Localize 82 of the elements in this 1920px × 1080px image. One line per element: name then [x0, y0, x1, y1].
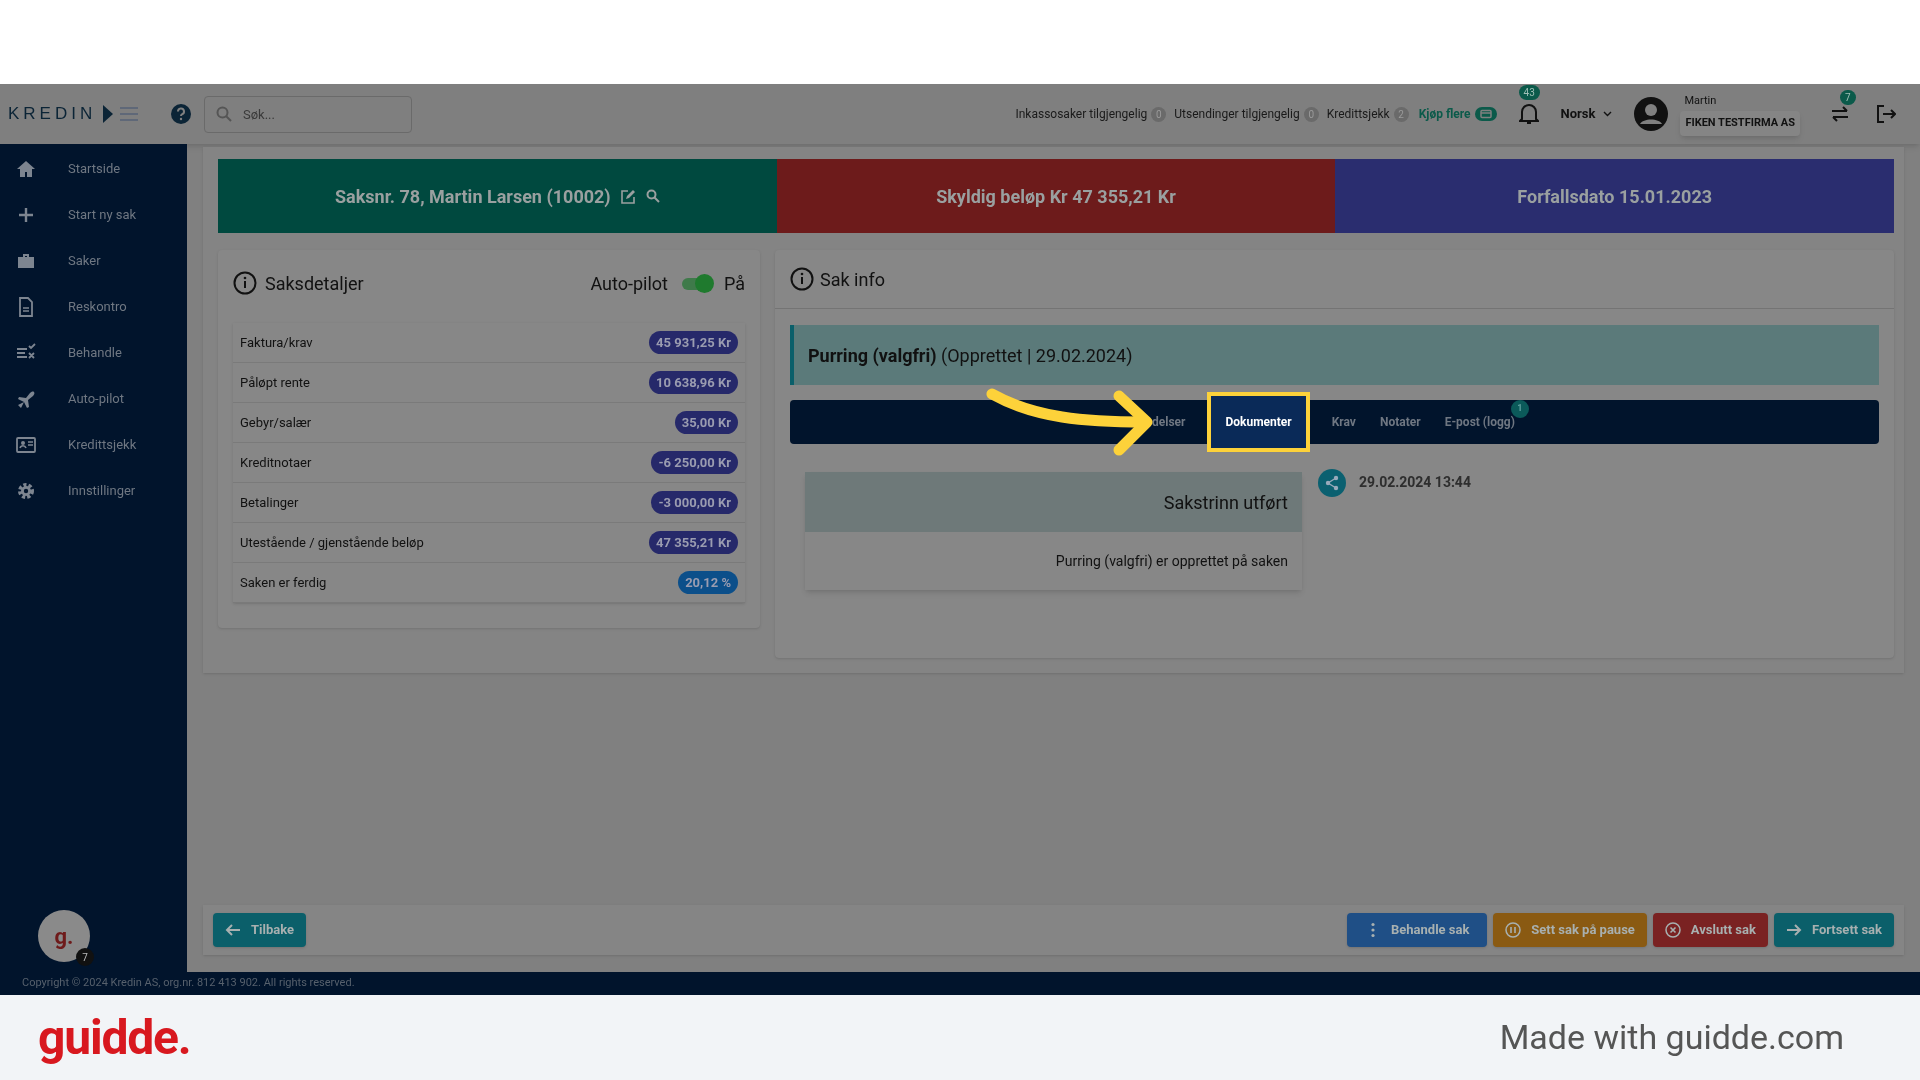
continue-button[interactable]: Fortsett sak	[1773, 913, 1894, 947]
tab[interactable]: delser	[1140, 400, 1198, 444]
row-label: Betalinger	[240, 493, 299, 512]
id-card-icon	[16, 435, 36, 455]
back-button[interactable]: Tilbake	[213, 913, 307, 947]
company-button[interactable]: FIKEN TESTFIRMA AS	[1680, 111, 1800, 136]
user-name: Martin	[1683, 92, 1717, 109]
document-icon	[16, 297, 36, 317]
amount-badge: 47 355,21 Kr	[649, 530, 738, 555]
guidde-caption: Made with guidde.com	[1499, 1016, 1844, 1059]
step-heading: Purring (valgfri) (Opprettet | 29.02.2024)	[808, 343, 1133, 368]
sidebar-item[interactable]: Saker	[0, 238, 187, 284]
amount-badge: -6 250,00 Kr	[651, 450, 738, 475]
sidebar-item[interactable]: Reskontro	[0, 284, 187, 330]
summary-banner: Forfallsdato 15.01.2023	[1335, 159, 1894, 233]
sidebar-item[interactable]: Start ny sak	[0, 192, 187, 238]
card-title: Sak info	[820, 267, 885, 292]
logout-icon[interactable]	[1876, 105, 1896, 123]
sidebar-item[interactable]: Innstillinger	[0, 468, 187, 514]
arrow-left-icon	[225, 922, 241, 938]
language-dropdown[interactable]: Norsk	[1560, 104, 1596, 124]
autopilot-label: Auto-pilot	[590, 271, 668, 296]
tab-badge: 1	[1510, 400, 1529, 418]
row-label: Faktura/krav	[240, 333, 313, 352]
sidebar-item[interactable]: Startside	[0, 146, 187, 192]
share-icon	[1318, 469, 1346, 497]
counter-label: Kredittsjekk	[1326, 106, 1390, 123]
avatar-badge: 7	[76, 948, 94, 966]
briefcase-icon	[16, 251, 36, 271]
row-label: Påløpt rente	[240, 373, 310, 392]
search-icon	[216, 105, 232, 122]
guidde-logo: guidde.	[38, 1007, 191, 1068]
process-button[interactable]: Behandle sak	[1347, 913, 1488, 947]
info-icon	[233, 271, 257, 295]
summary-banner: Saksnr. 78, Martin Larsen (10002)	[218, 159, 777, 233]
timeline-card-text: Purring (valgfri) er opprettet på saken	[1055, 551, 1288, 572]
edit-icon[interactable]	[620, 188, 636, 204]
tab[interactable]: Notater	[1367, 400, 1433, 444]
caret-icon	[1603, 111, 1613, 117]
amount-badge: 10 638,96 Kr	[649, 370, 738, 395]
switch-arrows-icon[interactable]	[1830, 106, 1850, 122]
switch-count: 7	[1840, 90, 1856, 105]
sidebar-item[interactable]: Behandle	[0, 330, 187, 376]
search-field[interactable]: Søk...	[204, 95, 412, 133]
logo: KREDIN	[8, 103, 97, 126]
home-icon	[16, 159, 36, 179]
summary-banner: Skyldig beløp Kr 47 355,21 Kr	[776, 159, 1336, 233]
row-label: Kreditnotaer	[240, 453, 312, 472]
arrow-right-icon	[1785, 922, 1802, 938]
user-avatar-icon[interactable]	[1634, 97, 1669, 131]
counter-label: Utsendinger tilgjengelig	[1174, 106, 1300, 123]
sidebar-item[interactable]: Auto-pilot	[0, 376, 187, 422]
settings-icon	[16, 481, 36, 501]
pause-button[interactable]: Sett sak på pause	[1493, 913, 1647, 947]
row-label: Gebyr/salær	[240, 413, 312, 432]
amount-badge: 20,12 %	[678, 570, 738, 595]
sidebar-item[interactable]: Kredittsjekk	[0, 422, 187, 468]
notification-count: 43	[1518, 85, 1540, 100]
row-label: Saken er ferdig	[240, 573, 327, 592]
amount-badge: 35,00 Kr	[674, 410, 738, 435]
amount-badge: 45 931,25 Kr	[649, 330, 738, 355]
row-label: Utestående / gjenstående beløp	[240, 533, 424, 552]
timeline-card-title: Sakstrinn utført	[1163, 490, 1288, 515]
search-icon[interactable]	[645, 189, 660, 203]
tab[interactable]: E-post (logg) 1	[1432, 400, 1527, 444]
counter-label: Inkassosaker tilgjengelig	[1015, 106, 1148, 123]
help-icon[interactable]	[170, 103, 192, 125]
close-icon	[1664, 922, 1681, 938]
tab[interactable]: Dokumenter	[1207, 392, 1310, 452]
plus-icon	[16, 205, 36, 225]
card-title: Saksdetaljer	[265, 271, 364, 296]
bell-icon[interactable]	[1518, 103, 1539, 125]
copyright-text: Copyright © 2024 Kredin AS, org.nr. 812 413 902. All rights reserved.	[22, 975, 355, 992]
timestamp: 29.02.2024 13:44	[1359, 473, 1471, 492]
amount-badge: -3 000,00 Kr	[651, 490, 738, 515]
tab[interactable]: Krav	[1319, 400, 1368, 444]
autopilot-state: På	[723, 271, 745, 296]
info-icon	[790, 267, 814, 291]
close-button[interactable]: Avslutt sak	[1652, 913, 1768, 947]
logo-chevron-icon	[102, 105, 115, 123]
airplane-icon	[16, 389, 36, 409]
pause-icon	[1505, 922, 1522, 938]
